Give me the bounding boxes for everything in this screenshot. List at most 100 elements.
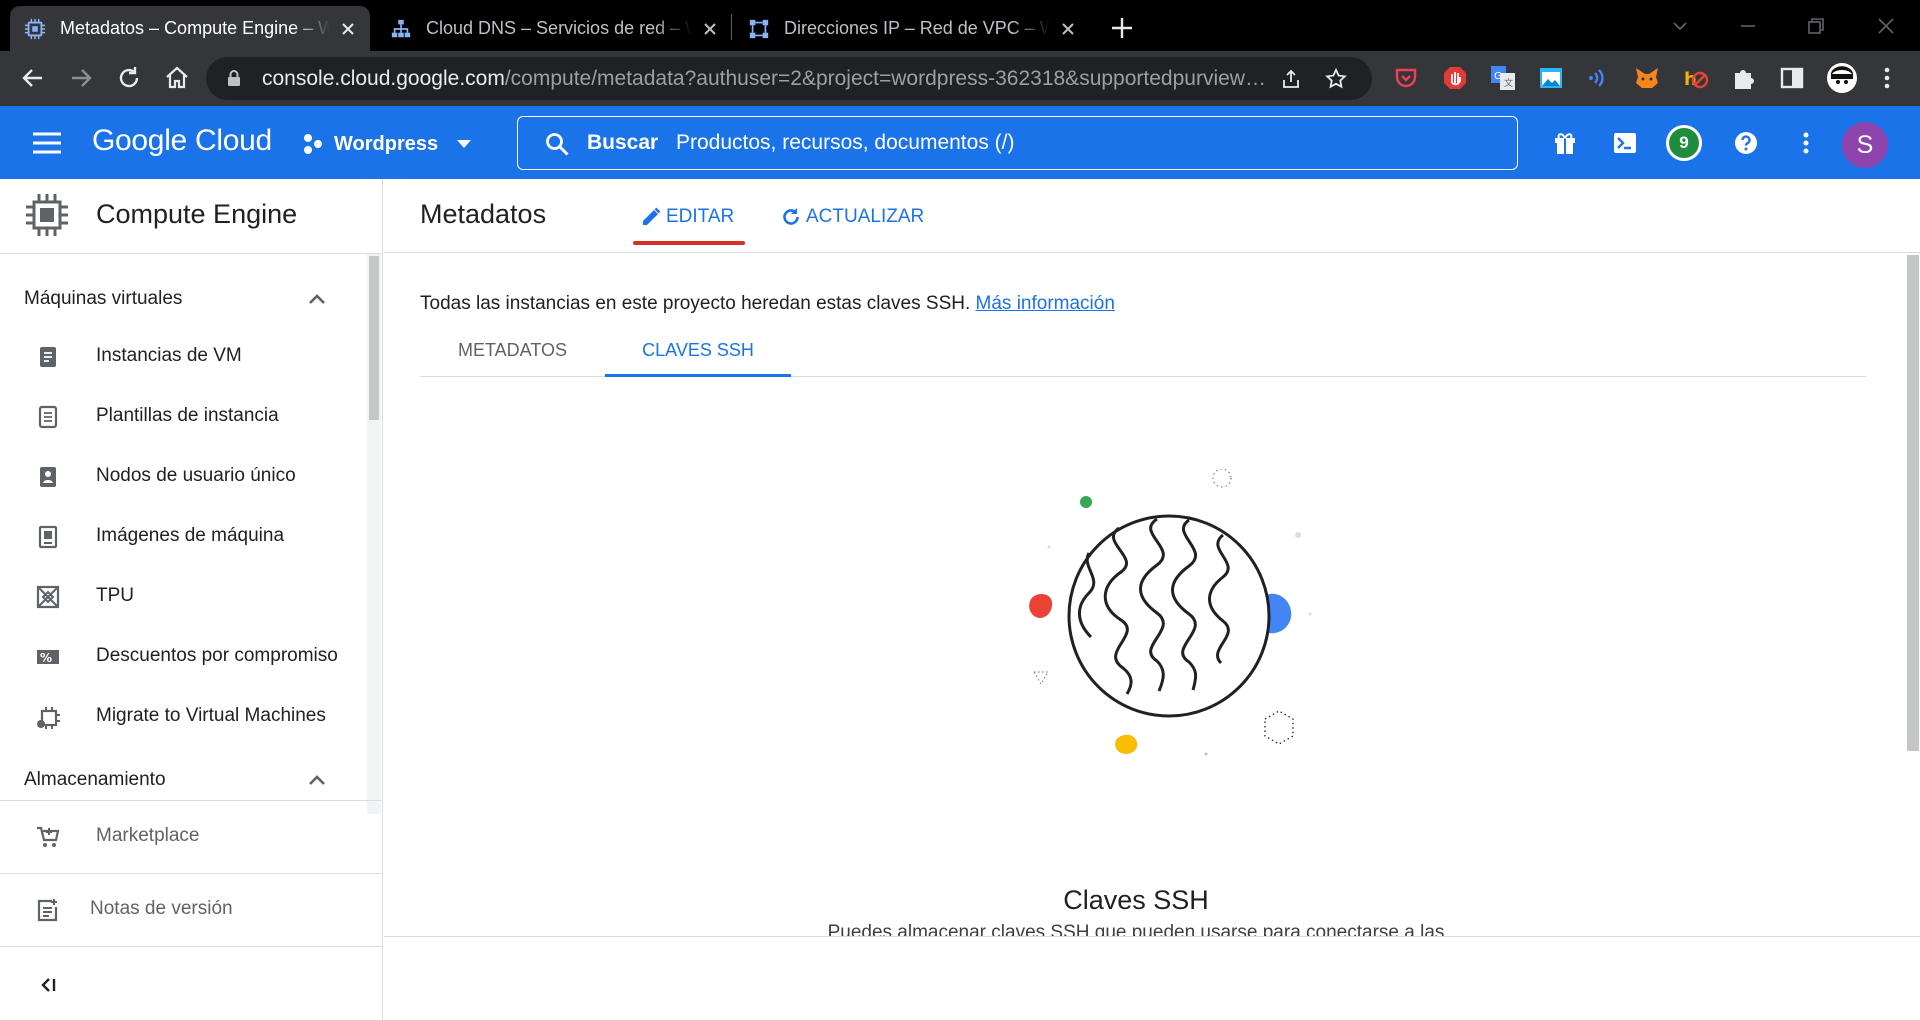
- refresh-button[interactable]: ACTUALIZAR: [780, 203, 924, 231]
- profile-avatar-icon[interactable]: [1826, 62, 1858, 94]
- section-label: Almacenamiento: [24, 769, 166, 790]
- sidebar-product-header: Compute Engine: [0, 179, 383, 254]
- pocket-extension-icon[interactable]: [1393, 65, 1419, 91]
- more-options-kebab-icon[interactable]: [1793, 130, 1819, 156]
- tab-metadatos[interactable]: METADATOS: [420, 324, 605, 377]
- section-maquinas-virtuales[interactable]: Máquinas virtuales: [0, 271, 366, 327]
- sidebar-item-committed-discounts[interactable]: % Descuentos por compromiso: [0, 626, 366, 686]
- learn-more-link[interactable]: Más información: [976, 293, 1115, 314]
- reload-icon[interactable]: [114, 63, 144, 93]
- browser-tab-direcciones-ip[interactable]: Direcciones IP – Red de VPC – Wordpress: [734, 6, 1090, 51]
- browser-tab-cloud-dns[interactable]: Cloud DNS – Servicios de red – Wordpress: [376, 6, 732, 51]
- pencil-icon: [643, 207, 661, 225]
- close-tab-icon[interactable]: [1058, 19, 1078, 39]
- content-scrollbar[interactable]: [1904, 253, 1920, 946]
- close-tab-icon[interactable]: [700, 19, 720, 39]
- content-tabs: METADATOS CLAVES SSH: [420, 324, 1866, 377]
- browser-tab-metadatos[interactable]: Metadatos – Compute Engine – Wordpress: [10, 6, 370, 51]
- close-tab-icon[interactable]: [338, 19, 358, 39]
- sidebar-scrollbar-thumb[interactable]: [369, 256, 379, 420]
- bookmark-star-icon[interactable]: [1324, 67, 1348, 91]
- sidebar-item-machine-images[interactable]: Imágenes de máquina: [0, 506, 366, 566]
- sidebar: Compute Engine Máquinas virtuales Instan…: [0, 179, 383, 1020]
- page-title: Metadatos: [420, 199, 547, 229]
- window-extension-icon[interactable]: [1538, 65, 1564, 91]
- sidebar-item-instance-templates[interactable]: Plantillas de instancia: [0, 386, 366, 446]
- lock-icon[interactable]: [224, 68, 244, 88]
- url-path: /compute/metadata?authuser=2&project=wor…: [504, 67, 1272, 90]
- hamburger-menu-icon[interactable]: [32, 130, 62, 156]
- percent-discount-icon: %: [37, 650, 59, 665]
- main-content: Metadatos EDITAR ACTUALIZAR Todas las in…: [384, 179, 1920, 1020]
- content-scrollbar-thumb[interactable]: [1907, 255, 1919, 751]
- release-notes-icon: [37, 899, 58, 922]
- svg-text:h: h: [1684, 69, 1697, 90]
- section-label: Máquinas virtuales: [24, 288, 183, 309]
- sidebar-item-label: Descuentos por compromiso: [96, 645, 338, 666]
- tab-separator: [731, 14, 732, 40]
- search-input[interactable]: [676, 127, 1476, 159]
- notifications-badge[interactable]: 9: [1666, 125, 1702, 161]
- sidebar-divider: [0, 800, 383, 801]
- sidebar-product-title: Compute Engine: [96, 199, 298, 229]
- sidebar-item-label: Plantillas de instancia: [96, 405, 279, 426]
- url-text[interactable]: console.cloud.google.com/compute/metadat…: [262, 67, 1272, 91]
- side-panel-icon[interactable]: [1779, 65, 1805, 91]
- tab-title: Direcciones IP – Red de VPC – Wordpress: [784, 18, 1050, 38]
- google-translate-icon[interactable]: G文: [1490, 65, 1516, 91]
- search-box[interactable]: Buscar: [517, 116, 1518, 170]
- chevron-up-icon[interactable]: [306, 290, 328, 308]
- gift-icon[interactable]: [1552, 130, 1578, 156]
- info-text: Todas las instancias en este proyecto he…: [420, 293, 1115, 315]
- user-avatar[interactable]: S: [1842, 122, 1888, 168]
- page-header: Metadatos EDITAR ACTUALIZAR: [384, 179, 1920, 253]
- notification-count: 9: [1679, 133, 1689, 152]
- google-cloud-logo[interactable]: Google Cloud: [92, 124, 272, 158]
- browser-menu-kebab-icon[interactable]: [1874, 65, 1900, 91]
- home-icon[interactable]: [162, 63, 192, 93]
- new-tab-plus-icon[interactable]: [1106, 12, 1138, 44]
- help-question-icon[interactable]: [1733, 130, 1759, 156]
- honey-extension-icon[interactable]: h: [1683, 65, 1709, 91]
- close-window-icon[interactable]: [1872, 12, 1900, 40]
- sidebar-item-sole-tenant-nodes[interactable]: Nodos de usuario único: [0, 446, 366, 506]
- restore-window-icon[interactable]: [1802, 12, 1830, 40]
- audio-waves-extension-icon[interactable]: [1585, 65, 1611, 91]
- edit-label: EDITAR: [666, 206, 735, 227]
- info-text-body: Todas las instancias en este proyecto he…: [420, 293, 971, 314]
- tab-claves-ssh[interactable]: CLAVES SSH: [605, 324, 791, 377]
- empty-state-subtitle: Puedes almacenar claves SSH que pueden u…: [827, 922, 1445, 936]
- metamask-fox-icon[interactable]: [1634, 65, 1660, 91]
- project-name: Wordpress: [334, 132, 439, 155]
- back-arrow-icon[interactable]: [18, 63, 48, 93]
- sidebar-item-migrate-to-vms[interactable]: Migrate to Virtual Machines: [0, 686, 366, 746]
- svg-text:文: 文: [1504, 77, 1513, 89]
- address-bar[interactable]: console.cloud.google.com/compute/metadat…: [206, 57, 1372, 100]
- cloud-shell-terminal-icon[interactable]: [1612, 130, 1638, 156]
- project-picker[interactable]: Wordpress: [302, 128, 472, 160]
- sidebar-item-release-notes[interactable]: Notas de versión: [0, 879, 366, 939]
- forward-arrow-icon[interactable]: [66, 63, 96, 93]
- sidebar-item-vm-instances[interactable]: Instancias de VM: [0, 326, 366, 386]
- extensions-puzzle-icon[interactable]: [1731, 65, 1757, 91]
- collapse-sidebar-icon[interactable]: [38, 975, 58, 995]
- empty-state-title: Claves SSH: [1063, 885, 1209, 915]
- migrate-icon: [37, 707, 60, 729]
- sidebar-scrollbar[interactable]: [367, 254, 381, 814]
- edit-button[interactable]: EDITAR: [640, 203, 734, 231]
- browser-toolbar: console.cloud.google.com/compute/metadat…: [0, 51, 1920, 106]
- sidebar-item-label: Imágenes de máquina: [96, 525, 285, 546]
- adblock-hand-icon[interactable]: [1442, 65, 1468, 91]
- tab-title: Metadatos – Compute Engine – Wordpress: [60, 18, 330, 38]
- share-icon[interactable]: [1280, 68, 1302, 90]
- sidebar-item-label: Migrate to Virtual Machines: [96, 705, 326, 726]
- sidebar-item-label: Marketplace: [96, 825, 200, 846]
- minimize-window-icon[interactable]: [1734, 12, 1762, 40]
- machine-images-icon: [38, 525, 58, 549]
- edit-focus-underline: [633, 241, 745, 245]
- sidebar-item-marketplace[interactable]: Marketplace: [0, 806, 366, 866]
- search-icon: [546, 133, 569, 156]
- chevron-up-icon[interactable]: [306, 771, 328, 789]
- tab-search-chevron-icon[interactable]: [1666, 12, 1694, 40]
- sidebar-item-tpu[interactable]: TPU: [0, 566, 366, 626]
